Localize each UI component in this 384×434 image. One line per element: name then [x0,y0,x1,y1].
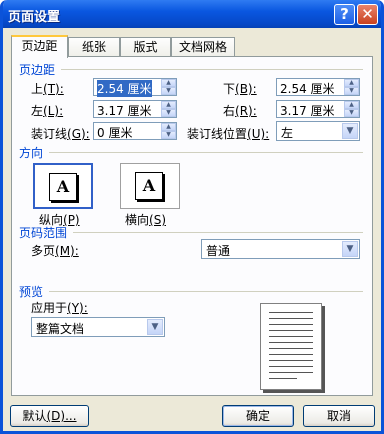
bottom-margin-spinner[interactable]: 2.54 厘米 ▲ ▼ [276,78,360,96]
bottom-margin-label: 下(B): [223,82,257,96]
spin-down-icon[interactable]: ▼ [161,87,176,95]
spin-down-icon[interactable]: ▼ [161,109,176,117]
chevron-down-icon[interactable]: ▼ [342,123,358,139]
multiple-pages-label: 多页(M): [31,244,79,258]
gutter-value: 0 厘米 [97,126,133,140]
tab-doc-grid[interactable]: 文档网格 [171,37,235,56]
help-button[interactable]: ? [334,4,355,25]
landscape-label: 横向(S) [125,213,166,227]
margins-group-label: 页边距 [19,63,56,77]
orientation-group-label: 方向 [19,146,44,160]
multiple-pages-select[interactable]: 普通 ▼ [201,239,360,259]
page-preview [260,303,322,390]
default-button[interactable]: 默认(D)... [10,405,89,427]
right-margin-value: 3.17 厘米 [280,104,335,118]
spin-down-icon[interactable]: ▼ [344,87,359,95]
spin-up-icon[interactable]: ▲ [344,79,359,87]
spin-up-icon[interactable]: ▲ [161,101,176,109]
margins-divider [61,69,363,70]
chevron-down-icon[interactable]: ▼ [147,319,163,335]
tab-paper[interactable]: 纸张 [68,37,120,56]
bottom-margin-value: 2.54 厘米 [280,82,335,96]
left-margin-spinner[interactable]: 3.17 厘米 ▲ ▼ [93,100,177,118]
orientation-divider [49,152,363,153]
gutter-spinner[interactable]: 0 厘米 ▲ ▼ [93,122,177,140]
pages-group-label: 页码范围 [19,226,68,240]
apply-to-value: 整篇文档 [36,322,85,336]
top-margin-value: 2.54 厘米 [97,80,152,97]
portrait-button[interactable]: A [33,163,93,209]
title-bar[interactable]: 页面设置 ? ✕ [3,0,381,28]
pages-divider [73,232,363,233]
page-setup-dialog: 页面设置 ? ✕ 页边距 纸张 版式 文档网格 页边距 上(T): 2.54 厘… [0,0,384,434]
spin-down-icon[interactable]: ▼ [161,131,176,139]
portrait-page-icon: A [49,173,77,201]
gutter-position-value: 左 [281,126,294,140]
apply-to-label: 应用于(Y): [31,301,88,315]
spin-down-icon[interactable]: ▼ [344,109,359,117]
landscape-button[interactable]: A [120,163,180,209]
close-button[interactable]: ✕ [357,4,378,25]
tab-strip: 页边距 纸张 版式 文档网格 [11,35,381,58]
gutter-position-select[interactable]: 左 ▼ [276,121,360,141]
ok-button[interactable]: 确定 [222,405,294,427]
chevron-down-icon[interactable]: ▼ [342,241,358,257]
gutter-position-label: 装订线位置(U): [187,127,270,141]
right-margin-label: 右(R): [223,104,257,118]
left-margin-value: 3.17 厘米 [97,104,152,118]
gutter-label: 装订线(G): [31,127,90,141]
window-title: 页面设置 [8,10,61,25]
tab-margins[interactable]: 页边距 [11,35,68,58]
top-margin-spinner[interactable]: 2.54 厘米 ▲ ▼ [93,78,177,97]
preview-divider [49,291,363,292]
spin-up-icon[interactable]: ▲ [161,79,176,87]
spin-up-icon[interactable]: ▲ [161,123,176,131]
apply-to-select[interactable]: 整篇文档 ▼ [31,317,165,337]
right-margin-spinner[interactable]: 3.17 厘米 ▲ ▼ [276,100,360,118]
top-margin-label: 上(T): [31,82,64,96]
preview-group-label: 预览 [19,285,44,299]
left-margin-label: 左(L): [31,104,64,118]
spin-up-icon[interactable]: ▲ [344,101,359,109]
multiple-pages-value: 普通 [206,244,231,258]
landscape-page-icon: A [135,172,163,200]
tab-layout[interactable]: 版式 [120,37,171,56]
cancel-button[interactable]: 取消 [303,405,375,427]
